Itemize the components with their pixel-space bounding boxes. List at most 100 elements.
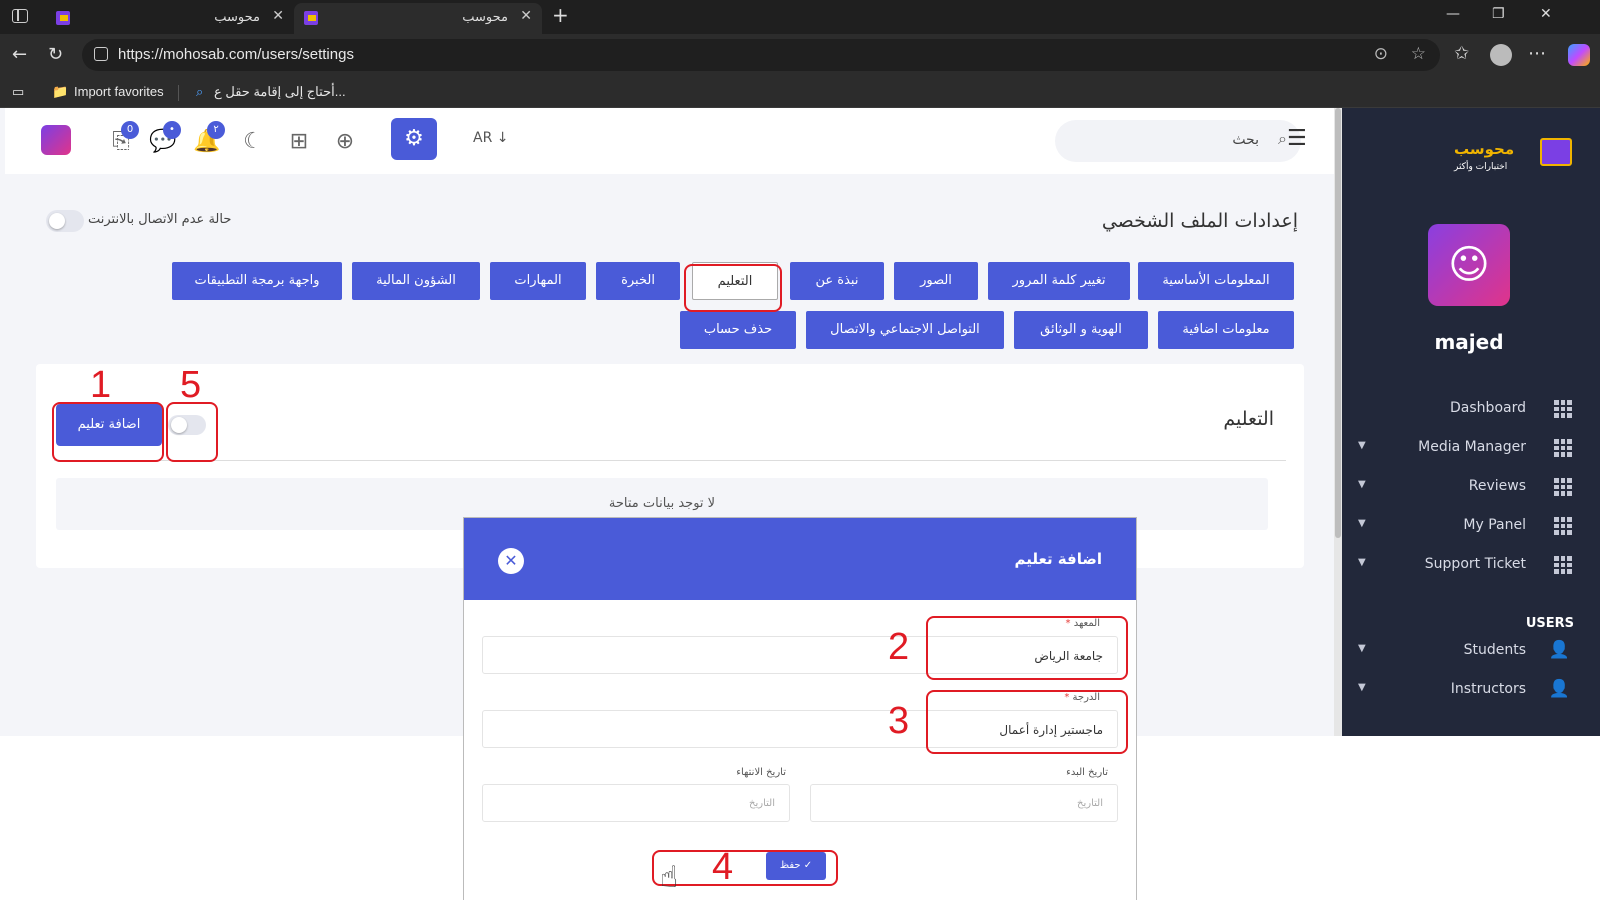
annotation-number-2: 2	[888, 626, 910, 668]
sidebar-item-my-panel[interactable]: ▼ My Panel	[1342, 515, 1582, 539]
tab-title: محوسب	[462, 10, 508, 25]
site-favicon-icon	[304, 11, 318, 25]
tab-skills[interactable]: المهارات	[490, 262, 586, 300]
language-switcher[interactable]: AR ↓	[473, 130, 509, 146]
education-title: التعليم	[1223, 408, 1274, 430]
tab-api[interactable]: واجهة برمجة التطبيقات	[172, 262, 342, 300]
annotation-number-4: 4	[712, 846, 734, 888]
sidebar-item-media-manager[interactable]: ▼ Media Manager	[1342, 437, 1582, 461]
copilot-icon[interactable]	[1568, 44, 1590, 66]
sidebar-item-dashboard[interactable]: Dashboard	[1342, 398, 1582, 422]
browser-address-bar: ← ↻ https://mohosab.com/users/settings ⊙…	[0, 34, 1600, 78]
sidebar-item-label: Students	[1463, 642, 1526, 658]
tab-identity-documents[interactable]: الهوية و الوثائق	[1014, 311, 1148, 349]
refresh-icon[interactable]: ↻	[48, 44, 63, 65]
page-scrollbar[interactable]	[1334, 108, 1342, 736]
ai-chip-button[interactable]: ⚙	[391, 118, 437, 160]
notifications-badge: ٢	[207, 121, 225, 139]
annotation-number-1: 1	[90, 364, 112, 406]
import-favorites-link[interactable]: Import favorites	[74, 84, 164, 99]
end-date-field[interactable]: التاريخ	[482, 784, 790, 822]
messages-badge: •	[163, 121, 181, 139]
monitor-logo-icon	[1540, 138, 1572, 166]
url-text: https://mohosab.com/users/settings	[118, 46, 354, 63]
site-favicon-icon	[56, 11, 70, 25]
tab-title: محوسب	[214, 10, 260, 25]
site-logo[interactable]: محوسب اختبارات وأكثر	[1450, 134, 1574, 182]
start-date-placeholder: التاريخ	[1077, 798, 1103, 809]
url-field[interactable]: https://mohosab.com/users/settings ⊙ ☆	[82, 39, 1440, 71]
user-icon: 👤	[1548, 640, 1570, 660]
back-icon[interactable]: ←	[12, 44, 27, 65]
restore-icon[interactable]: ❐	[1492, 6, 1505, 22]
annotation-number-3: 3	[888, 700, 910, 742]
sidebar-item-label: Support Ticket	[1424, 556, 1526, 572]
browser-tab-active[interactable]: محوسب ✕	[294, 3, 542, 34]
tab-photos[interactable]: الصور	[894, 262, 978, 300]
tab-delete-account[interactable]: حذف حساب	[680, 311, 796, 349]
close-tab-icon[interactable]: ✕	[272, 8, 284, 24]
grid-icon	[1554, 400, 1572, 418]
sidebar-item-students[interactable]: ▼ Students 👤	[1342, 640, 1582, 664]
tab-basic-info[interactable]: المعلومات الأساسية	[1138, 262, 1294, 300]
caret-down-icon: ▼	[1358, 440, 1366, 451]
profile-avatar-icon[interactable]	[1490, 44, 1512, 66]
tab-experience[interactable]: الخبرة	[596, 262, 680, 300]
tab-about[interactable]: نبذة عن	[790, 262, 884, 300]
caret-down-icon: ▼	[1358, 518, 1366, 529]
grid-icon	[1554, 439, 1572, 457]
sidebar-item-reviews[interactable]: ▼ Reviews	[1342, 476, 1582, 500]
caret-down-icon: ▼	[1358, 479, 1366, 490]
globe-icon[interactable]: ⊕	[329, 126, 361, 158]
sidebar-item-instructors[interactable]: ▼ Instructors 👤	[1342, 679, 1582, 703]
grid-icon	[1554, 478, 1572, 496]
scrollbar-thumb[interactable]	[1335, 108, 1341, 538]
tab-financial[interactable]: الشؤون المالية	[352, 262, 480, 300]
top-navbar: ⎘ 0 💬 • 🔔 ٢ ☾ ⊞ ⊕ ⚙ AR ↓ بحث ⌕ ☰	[5, 108, 1338, 174]
close-window-icon[interactable]: ✕	[1540, 6, 1552, 22]
search-placeholder: بحث	[1232, 132, 1259, 148]
pointing-hand-icon: ☝	[660, 860, 679, 895]
annotation-box-institute	[926, 616, 1128, 680]
site-info-icon[interactable]	[94, 47, 108, 61]
favorites-divider	[178, 85, 179, 101]
annotation-box-toggle	[166, 402, 218, 462]
grid-icon	[1554, 556, 1572, 574]
reader-icon[interactable]: ⊙	[1374, 44, 1388, 64]
sidebar-item-support-ticket[interactable]: ▼ Support Ticket	[1342, 554, 1582, 578]
layout-icon[interactable]: ⊞	[283, 126, 315, 158]
tab-social-contact[interactable]: التواصل الاجتماعي والاتصال	[806, 311, 1004, 349]
browser-tab[interactable]: محوسب ✕	[46, 3, 294, 34]
end-date-label: تاريخ الانتهاء	[736, 767, 786, 778]
caret-down-icon: ▼	[1358, 643, 1366, 654]
close-tab-icon[interactable]: ✕	[520, 8, 532, 24]
start-date-label: تاريخ البدء	[1066, 767, 1108, 778]
offline-toggle-switch[interactable]	[46, 210, 84, 232]
sidebar-item-label: Reviews	[1468, 478, 1526, 494]
start-date-field[interactable]: التاريخ	[810, 784, 1118, 822]
tab-change-password[interactable]: تغيير كلمة المرور	[988, 262, 1130, 300]
profile-avatar[interactable]: ☺	[1428, 224, 1510, 306]
end-date-placeholder: التاريخ	[749, 798, 775, 809]
tab-additional-info[interactable]: معلومات اضافية	[1158, 311, 1294, 349]
browser-sidebar-icon[interactable]	[12, 9, 28, 23]
minimize-icon[interactable]: —	[1446, 6, 1460, 22]
logo-text: محوسب	[1454, 140, 1515, 158]
user-avatar[interactable]	[41, 125, 71, 155]
cart-badge: 0	[121, 121, 139, 139]
close-icon[interactable]: ✕	[498, 548, 524, 574]
more-menu-icon[interactable]: ⋯	[1528, 43, 1546, 64]
favorite-star-icon[interactable]: ☆	[1411, 44, 1426, 64]
favorites-icon[interactable]: ✩	[1454, 43, 1469, 64]
page-title: إعدادات الملف الشخصي	[1101, 210, 1298, 232]
search-input[interactable]: بحث ⌕	[1055, 120, 1301, 162]
annotation-box-add-button	[52, 402, 164, 462]
grid-icon	[1554, 517, 1572, 535]
instructor-icon: 👤	[1548, 679, 1570, 699]
reading-list-icon[interactable]: ▭	[12, 84, 24, 100]
dark-mode-icon[interactable]: ☾	[237, 126, 269, 158]
menu-toggle-icon[interactable]: ☰	[1287, 126, 1307, 151]
divider	[54, 460, 1286, 461]
new-tab-icon[interactable]: +	[552, 3, 569, 27]
favorite-link[interactable]: أحتاج إلى إقامة حقل ع...	[214, 84, 346, 100]
